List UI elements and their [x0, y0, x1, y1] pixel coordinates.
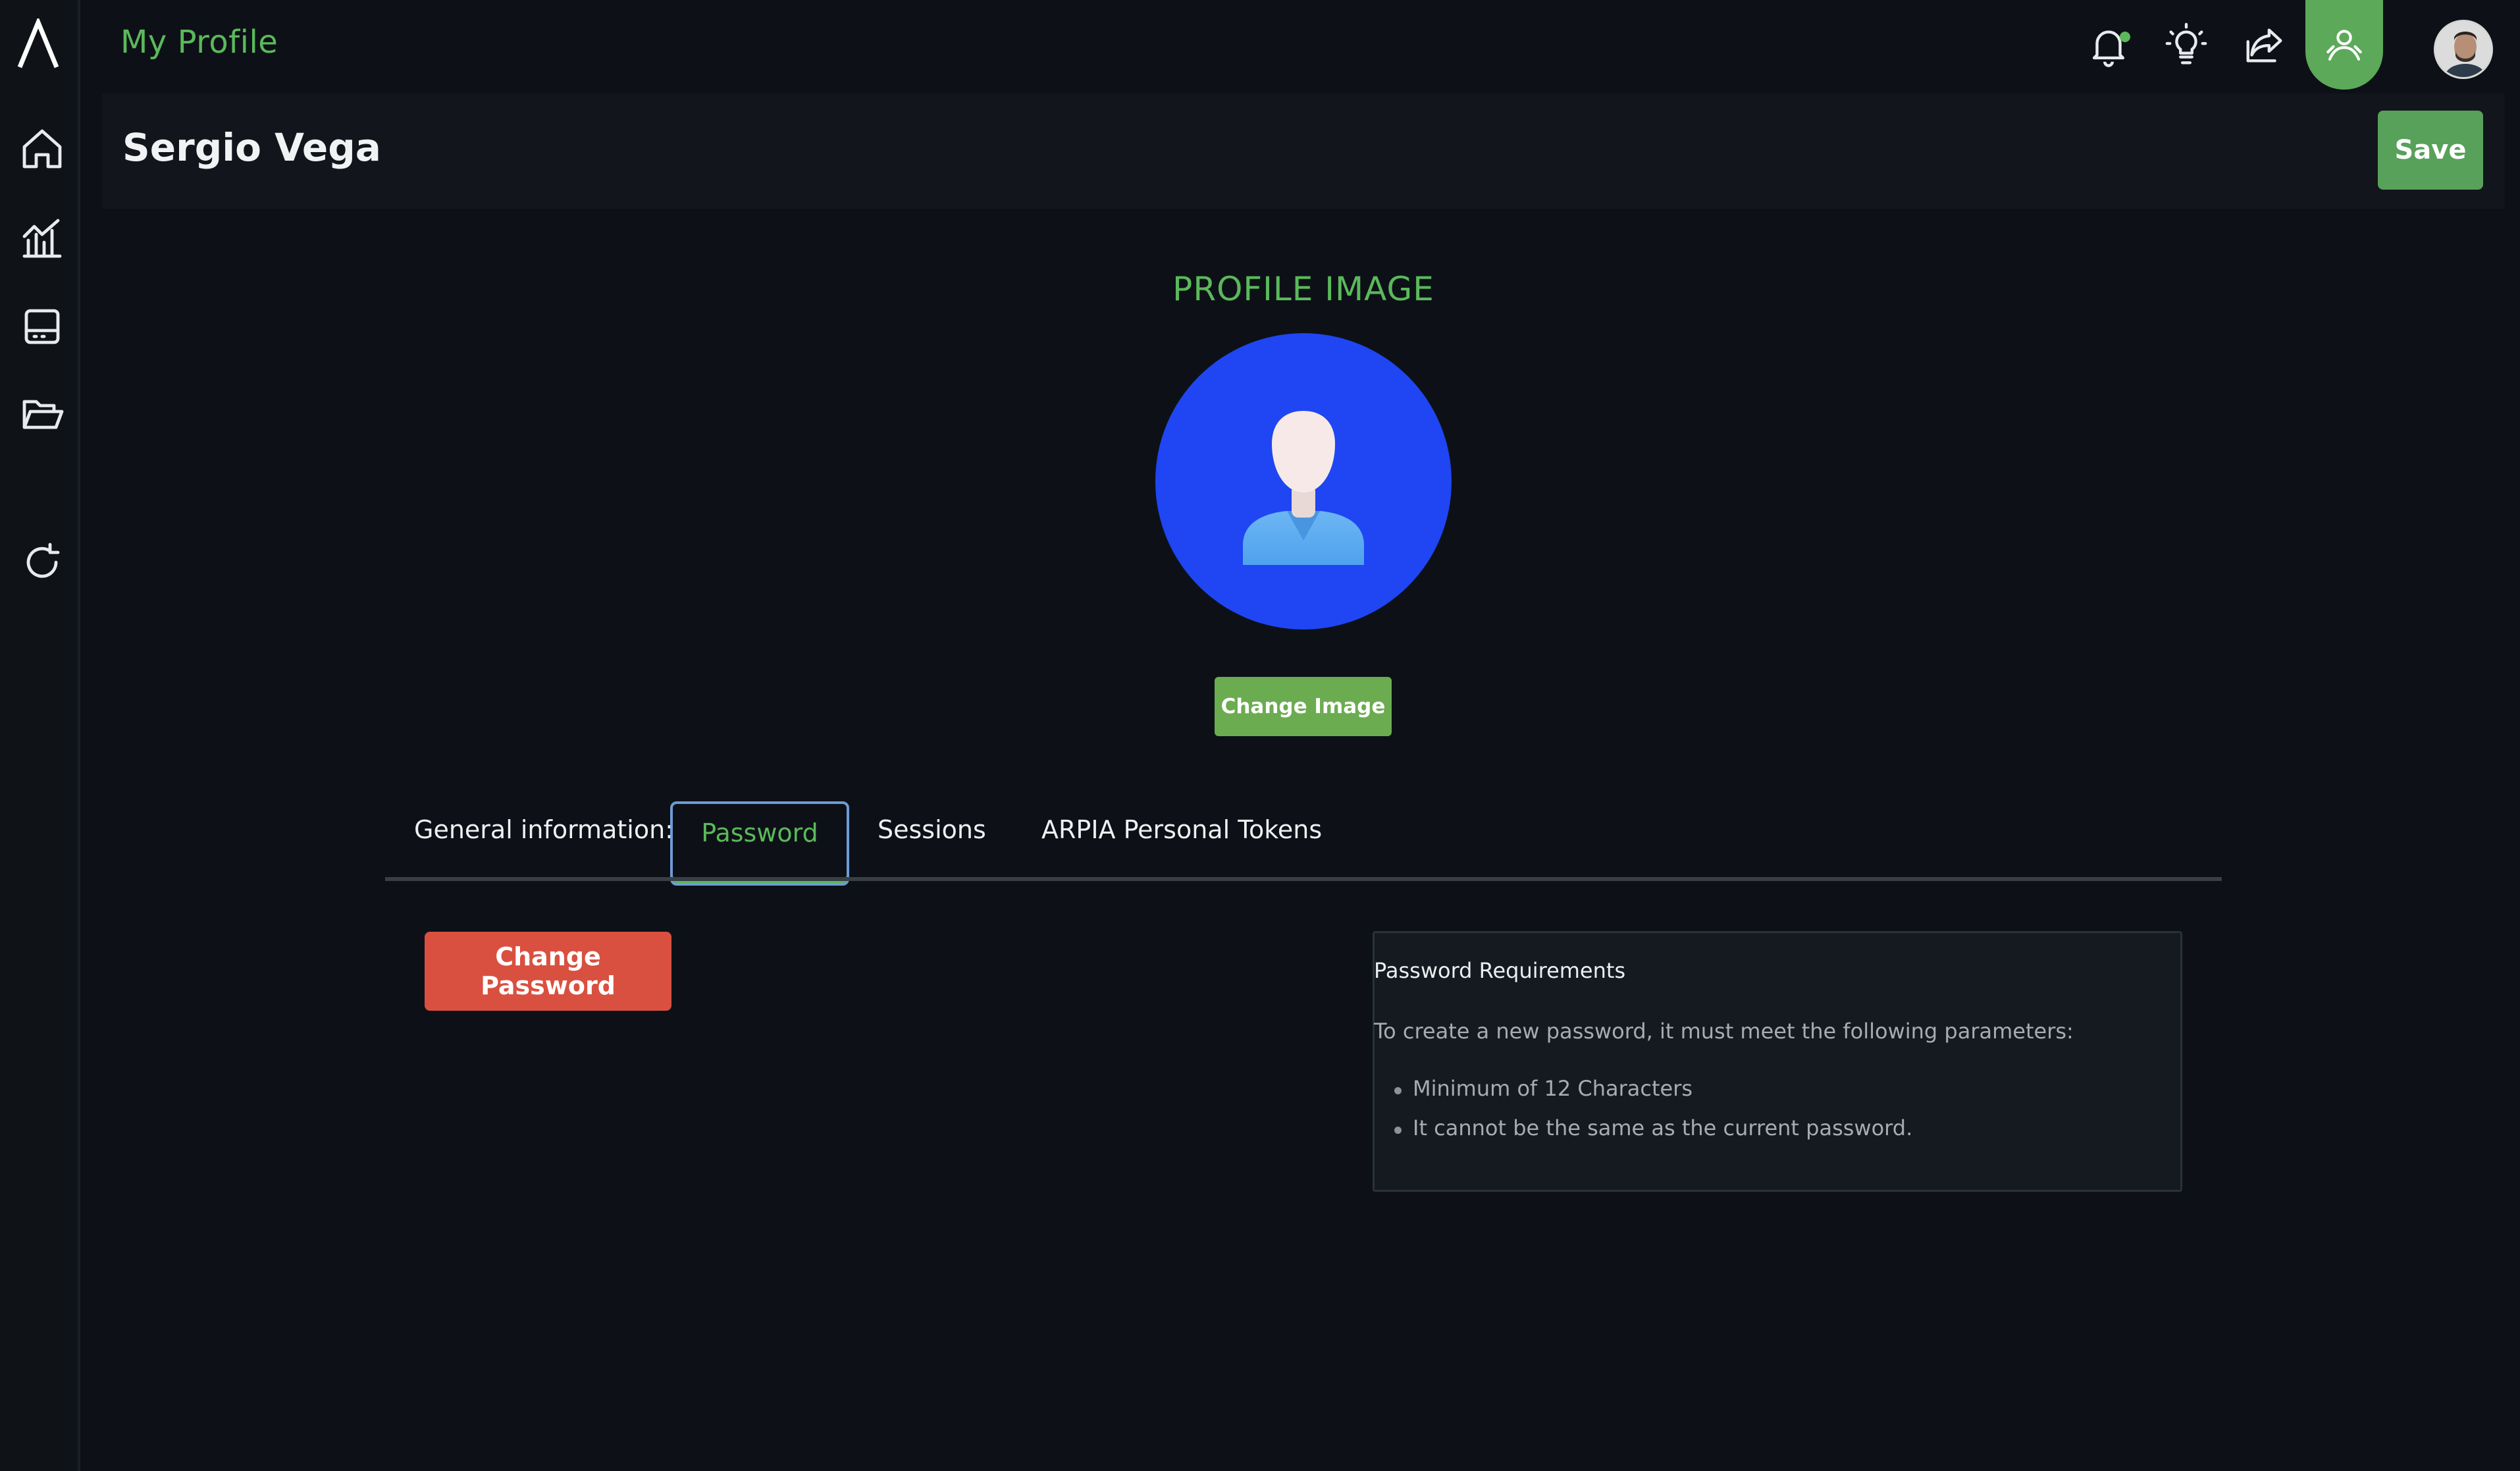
profile-header [102, 94, 2505, 209]
tab-password[interactable]: Password [670, 801, 849, 886]
password-requirements-list: Minimum of 12 Characters It cannot be th… [1394, 1076, 1912, 1155]
notification-dot [2120, 32, 2130, 42]
profile-image [1155, 333, 1452, 629]
tab-password-label: Password [701, 818, 818, 847]
tabs-divider [385, 877, 2222, 881]
tab-sessions[interactable]: Sessions [878, 815, 986, 844]
bell-icon[interactable] [2086, 22, 2132, 68]
tab-arpia-personal-tokens[interactable]: ARPIA Personal Tokens [1041, 815, 1322, 844]
profile-image-title: PROFILE IMAGE [1172, 270, 1434, 308]
tab-general-information[interactable]: General information: [414, 815, 673, 844]
save-button[interactable]: Save [2378, 111, 2483, 190]
share-icon[interactable] [2242, 22, 2288, 68]
user-name: Sergio Vega [122, 125, 381, 170]
dashboard-icon[interactable] [18, 303, 66, 350]
change-image-button[interactable]: Change Image [1215, 677, 1392, 736]
sidebar [0, 0, 80, 1471]
folder-icon[interactable] [18, 390, 66, 437]
home-icon[interactable] [18, 125, 66, 173]
lightbulb-icon[interactable] [2163, 22, 2209, 68]
user-profile-icon[interactable] [2305, 0, 2383, 90]
app-logo-icon[interactable] [14, 16, 62, 70]
change-password-button[interactable]: Change Password [425, 932, 671, 1011]
refresh-icon[interactable] [18, 539, 66, 586]
password-requirements-title: Password Requirements [1374, 958, 1626, 983]
list-item: It cannot be the same as the current pas… [1394, 1115, 1912, 1155]
list-item: Minimum of 12 Characters [1394, 1076, 1912, 1115]
avatar[interactable] [2434, 20, 2493, 79]
password-requirements-description: To create a new password, it must meet t… [1374, 1019, 2074, 1044]
app-page: My Profile Sergio Vega Save PROFILE IMAG… [0, 0, 2520, 1471]
analytics-icon[interactable] [18, 215, 66, 262]
app-title: My Profile [120, 24, 278, 61]
